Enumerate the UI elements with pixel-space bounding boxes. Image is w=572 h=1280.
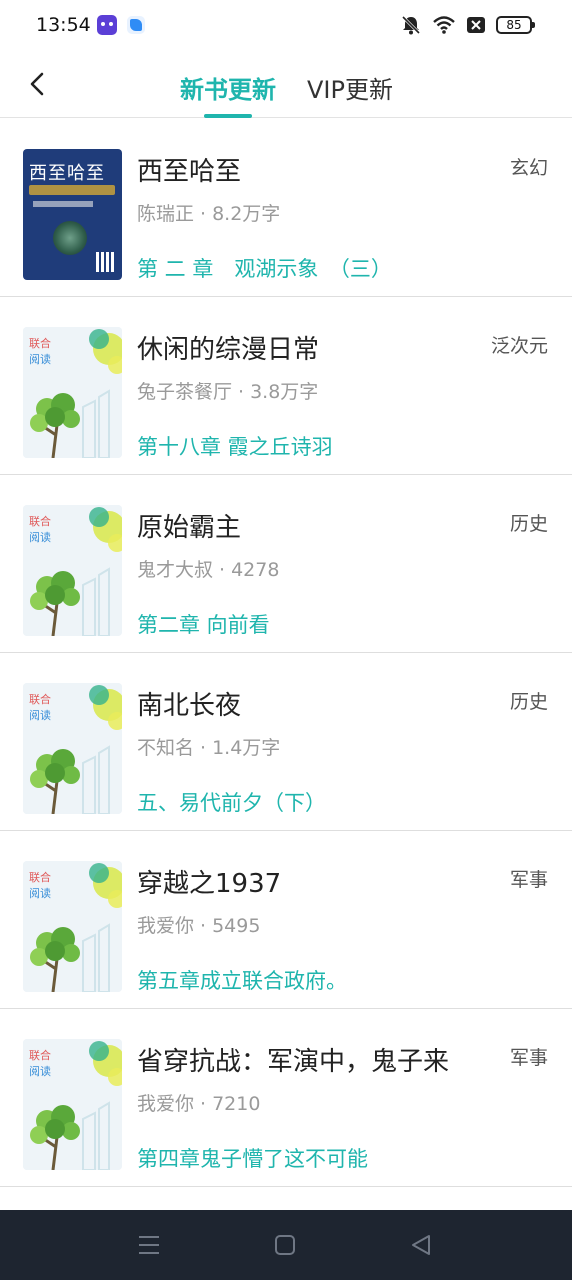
- book-size: 5495: [212, 915, 261, 937]
- book-title: 省穿抗战：军演中，鬼子来: [137, 1047, 450, 1077]
- book-genre: 泛次元: [490, 335, 548, 357]
- book-cover: 联合 阅读: [23, 683, 122, 814]
- book-item[interactable]: 联合 阅读 省穿抗战：军演中，鬼子来 我爱你 · 7210 第四章鬼子懵了这不可能 …: [0, 1009, 572, 1187]
- latest-chapter: 第四章鬼子懵了这不可能: [137, 1147, 368, 1171]
- latest-chapter: 五、易代前夕（下）: [137, 791, 326, 815]
- book-genre: 军事: [509, 869, 548, 891]
- latest-chapter: 第十八章 霞之丘诗羽: [137, 435, 333, 459]
- active-tab-indicator: [204, 114, 252, 118]
- cover-label-line2: 阅读: [29, 353, 51, 366]
- mute-icon: [401, 15, 421, 35]
- book-item[interactable]: 联合 阅读 穿越之1937 我爱你 · 5495 第五章成立联合政府。 军事: [0, 831, 572, 1009]
- book-author: 我爱你: [137, 1093, 195, 1115]
- book-genre: 历史: [509, 513, 548, 535]
- book-size: 8.2万字: [212, 203, 281, 225]
- cover-label-line1: 联合: [29, 871, 51, 884]
- book-size: 4278: [231, 559, 280, 581]
- book-author: 兔子茶餐厅: [137, 381, 233, 403]
- book-list: 西至哈至 西至哈至 陈瑞正·8.2万字 第 二 章 观湖示象 （三） 玄幻: [0, 119, 572, 1187]
- wifi-icon: [433, 16, 455, 34]
- cover-stripe: [29, 185, 115, 195]
- qr-code-icon: [96, 252, 116, 272]
- book-item[interactable]: 联合 阅读 原始霸主 鬼才大叔 · 4278 第二章 向前看 历史: [0, 475, 572, 653]
- book-item[interactable]: 西至哈至 西至哈至 陈瑞正 · 8.2万字 第 二 章 观湖示象 （三） 玄幻: [0, 119, 572, 297]
- book-cover: 联合 阅读: [23, 861, 122, 992]
- book-size: 3.8万字: [250, 381, 319, 403]
- book-meta: 兔子茶餐厅 · 3.8万字: [137, 381, 319, 403]
- cover-label-line1: 联合: [29, 1049, 51, 1062]
- book-title: 南北长夜: [137, 691, 242, 721]
- tab-new-books[interactable]: 新书更新: [180, 70, 276, 105]
- cover-label-line2: 阅读: [29, 709, 51, 722]
- book-genre: 军事: [509, 1047, 548, 1069]
- cloud-app-icon: [127, 16, 145, 34]
- back-arrow-icon[interactable]: [24, 70, 52, 98]
- cover-label-line2: 阅读: [29, 531, 51, 544]
- back-triangle-icon[interactable]: [410, 1234, 432, 1256]
- book-genre: 玄幻: [509, 157, 548, 179]
- book-author: 鬼才大叔: [137, 559, 214, 581]
- home-icon[interactable]: [274, 1234, 296, 1256]
- battery-icon: 85: [496, 16, 535, 34]
- status-time: 13:54: [36, 14, 91, 36]
- latest-chapter: 第 二 章 观湖示象 （三）: [137, 257, 392, 281]
- book-title: 原始霸主: [137, 513, 242, 543]
- book-title: 穿越之1937: [137, 869, 282, 899]
- cover-label-line2: 阅读: [29, 1065, 51, 1078]
- cover-label-line2: 阅读: [29, 887, 51, 900]
- book-item[interactable]: 联合 阅读 休闲的综漫日常 兔子茶餐厅 · 3.8万字 第十八章 霞之丘诗羽 泛次元: [0, 297, 572, 475]
- book-cover: 联合 阅读: [23, 327, 122, 458]
- book-size: 7210: [212, 1093, 261, 1115]
- latest-chapter: 第二章 向前看: [137, 613, 270, 637]
- book-meta: 鬼才大叔 · 4278: [137, 559, 280, 581]
- cover-label-line1: 联合: [29, 693, 51, 706]
- book-size: 1.4万字: [212, 737, 281, 759]
- latest-chapter: 第五章成立联合政府。: [137, 969, 347, 993]
- book-title: 休闲的综漫日常: [137, 335, 320, 365]
- book-cover: 西至哈至: [23, 149, 122, 280]
- book-cover: 联合 阅读: [23, 1039, 122, 1170]
- menu-icon[interactable]: [138, 1234, 160, 1256]
- no-sim-icon: [467, 17, 485, 33]
- book-meta: 我爱你 · 7210: [137, 1093, 261, 1115]
- book-title: 西至哈至: [137, 157, 242, 187]
- book-author: 我爱你: [137, 915, 195, 937]
- top-nav: 新书更新 VIP更新: [0, 52, 572, 118]
- cover-emblem: [53, 221, 87, 255]
- book-meta: 不知名 · 1.4万字: [137, 737, 281, 759]
- book-author: 不知名: [137, 737, 195, 759]
- book-author: 陈瑞正: [137, 203, 195, 225]
- tab-vip-updates[interactable]: VIP更新: [307, 70, 393, 105]
- book-genre: 历史: [509, 691, 548, 713]
- cover-label-line1: 联合: [29, 515, 51, 528]
- game-app-icon: [97, 15, 117, 35]
- cover-title: 西至哈至: [29, 163, 105, 184]
- cover-label-line1: 联合: [29, 337, 51, 350]
- book-meta: 我爱你 · 5495: [137, 915, 261, 937]
- book-item[interactable]: 联合 阅读 南北长夜 不知名 · 1.4万字 五、易代前夕（下） 历史: [0, 653, 572, 831]
- book-cover: 联合 阅读: [23, 505, 122, 636]
- book-meta: 陈瑞正 · 8.2万字: [137, 203, 281, 225]
- system-navigation-bar: [0, 1210, 572, 1280]
- status-bar: 13:54 85: [0, 0, 572, 52]
- cover-subline: [33, 201, 93, 207]
